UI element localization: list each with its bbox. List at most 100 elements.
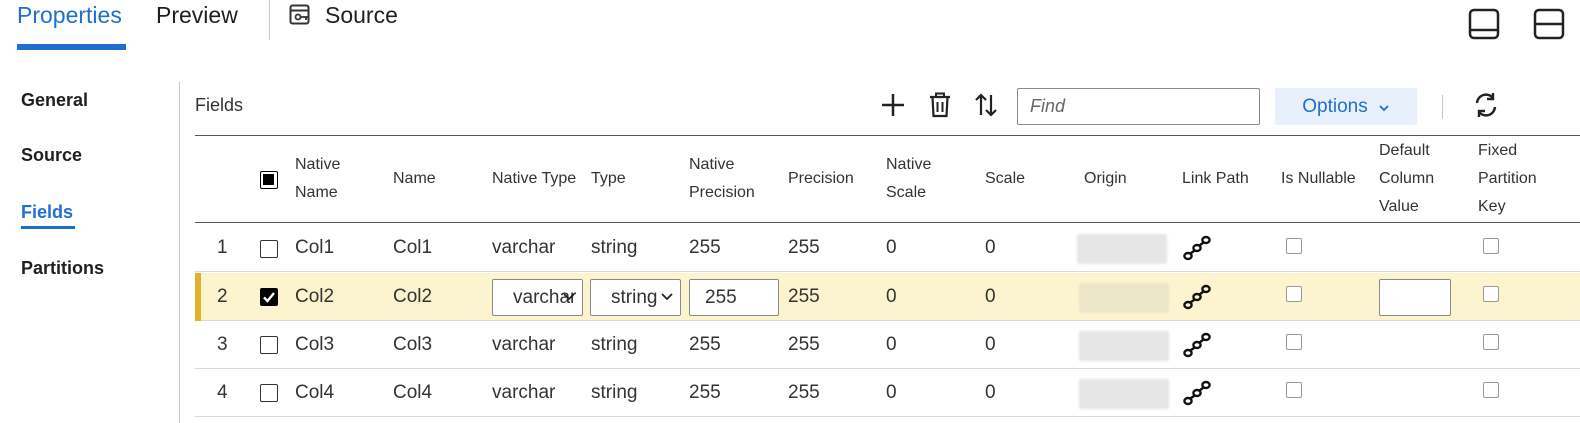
- native-scale-cell: 0: [886, 286, 897, 307]
- refresh-icon[interactable]: [1472, 91, 1500, 119]
- native-name-cell: Col3: [295, 334, 335, 355]
- table-row-selected[interactable]: 2 Col2 Col2 varchar string 255 255 0 0: [195, 273, 1580, 321]
- scale-cell: 0: [985, 237, 996, 258]
- col-native-precision[interactable]: Native Precision: [689, 151, 755, 207]
- nav-active-indicator: [21, 226, 75, 229]
- origin-cell: [1079, 331, 1169, 361]
- row-number: 2: [217, 286, 228, 307]
- nav-item-fields[interactable]: Fields: [21, 202, 75, 229]
- precision-cell: 255: [788, 237, 820, 258]
- col-default-value[interactable]: Default Column Value: [1379, 137, 1434, 221]
- col-precision[interactable]: Precision: [788, 165, 854, 193]
- tab-preview-label: Preview: [156, 2, 238, 28]
- col-fixed-partition-key-line2: Partition: [1478, 170, 1537, 187]
- col-native-name-line1: Native: [295, 156, 341, 173]
- nav-item-source[interactable]: Source: [21, 145, 82, 166]
- col-default-value-line2: Column: [1379, 170, 1435, 187]
- tab-properties-label: Properties: [17, 2, 122, 28]
- options-button[interactable]: Options: [1275, 88, 1417, 125]
- link-path-icon[interactable]: [1182, 283, 1212, 316]
- row-number: 3: [217, 334, 228, 355]
- col-native-name-line2: Name: [295, 184, 338, 201]
- native-name-cell: Col1: [295, 237, 335, 258]
- native-type-cell: varchar: [492, 237, 556, 258]
- fixed-partition-key-checkbox[interactable]: [1483, 286, 1499, 302]
- native-type-cell: varchar: [492, 334, 556, 355]
- is-nullable-checkbox[interactable]: [1286, 238, 1302, 254]
- is-nullable-checkbox[interactable]: [1286, 382, 1302, 398]
- native-precision-cell: 255: [689, 382, 721, 403]
- tab-source-label: Source: [325, 2, 398, 28]
- link-path-icon[interactable]: [1182, 331, 1212, 364]
- col-native-scale-line2: Scale: [886, 184, 927, 201]
- precision-cell: 255: [788, 382, 820, 403]
- toolbar-divider: [1442, 95, 1443, 119]
- col-default-value-line1: Default: [1379, 142, 1430, 159]
- scale-cell: 0: [985, 382, 996, 403]
- origin-cell: [1079, 379, 1169, 409]
- col-scale[interactable]: Scale: [985, 165, 1025, 193]
- col-native-scale[interactable]: Native Scale: [886, 151, 931, 207]
- is-nullable-checkbox[interactable]: [1286, 334, 1302, 350]
- scale-cell: 0: [985, 334, 996, 355]
- col-type[interactable]: Type: [591, 165, 626, 193]
- panel-split-layout-icon[interactable]: [1533, 8, 1565, 45]
- native-name-cell: Col2: [295, 286, 335, 307]
- panel-bottom-layout-icon[interactable]: [1468, 8, 1500, 45]
- is-nullable-checkbox[interactable]: [1286, 286, 1302, 302]
- col-fixed-partition-key-line1: Fixed: [1478, 142, 1518, 159]
- col-fixed-partition-key[interactable]: Fixed Partition Key: [1478, 137, 1537, 221]
- col-native-precision-line2: Precision: [689, 184, 755, 201]
- type-cell: string: [591, 237, 638, 258]
- col-origin[interactable]: Origin: [1084, 165, 1127, 193]
- col-name[interactable]: Name: [393, 165, 436, 193]
- link-path-icon[interactable]: [1182, 234, 1212, 267]
- row-select-checkbox[interactable]: [260, 240, 278, 258]
- row-select-checkbox[interactable]: [260, 288, 278, 306]
- scale-cell: 0: [985, 286, 996, 307]
- table-row[interactable]: 4 Col4 Col4 varchar string 255 255 0 0: [195, 369, 1580, 417]
- fields-section-title: Fields: [195, 95, 244, 115]
- row-number: 4: [217, 382, 228, 403]
- col-is-nullable[interactable]: Is Nullable: [1281, 165, 1356, 193]
- default-value-input[interactable]: [1379, 279, 1451, 316]
- col-native-type[interactable]: Native Type: [492, 165, 576, 193]
- fixed-partition-key-checkbox[interactable]: [1483, 238, 1499, 254]
- fixed-partition-key-checkbox[interactable]: [1483, 382, 1499, 398]
- nav-item-fields-label: Fields: [21, 202, 74, 222]
- tab-preview[interactable]: Preview: [156, 0, 238, 30]
- type-select[interactable]: string: [590, 279, 681, 316]
- table-row[interactable]: 1 Col1 Col1 varchar string 255 255 0 0: [195, 224, 1580, 272]
- row-select-checkbox[interactable]: [260, 336, 278, 354]
- native-precision-cell: 255: [689, 237, 721, 258]
- fixed-partition-key-checkbox[interactable]: [1483, 334, 1499, 350]
- row-select-checkbox[interactable]: [260, 384, 278, 402]
- native-name-cell: Col4: [295, 382, 335, 403]
- nav-divider: [179, 82, 180, 423]
- add-field-icon[interactable]: [879, 91, 907, 119]
- options-button-label: Options: [1302, 95, 1368, 117]
- col-link-path[interactable]: Link Path: [1182, 165, 1249, 193]
- table-row[interactable]: 3 Col3 Col3 varchar string 255 255 0 0: [195, 321, 1580, 369]
- name-cell: Col3: [393, 334, 433, 355]
- tab-source[interactable]: Source: [289, 0, 398, 30]
- native-type-select[interactable]: varchar: [492, 279, 583, 316]
- nav-item-general[interactable]: General: [21, 90, 88, 111]
- col-native-name[interactable]: Native Name: [295, 151, 340, 207]
- native-scale-cell: 0: [886, 334, 897, 355]
- precision-cell: 255: [788, 334, 820, 355]
- nav-item-partitions[interactable]: Partitions: [21, 258, 104, 279]
- delete-field-icon[interactable]: [926, 91, 954, 119]
- select-all-checkbox[interactable]: [260, 171, 278, 189]
- col-native-scale-line1: Native: [886, 156, 932, 173]
- type-select-value: string: [611, 287, 658, 308]
- sort-icon[interactable]: [972, 91, 1000, 119]
- native-scale-cell: 0: [886, 237, 897, 258]
- find-input[interactable]: [1017, 88, 1260, 125]
- native-precision-input[interactable]: 255: [689, 279, 779, 316]
- link-path-icon[interactable]: [1182, 379, 1212, 412]
- native-scale-cell: 0: [886, 382, 897, 403]
- tab-properties[interactable]: Properties: [17, 0, 126, 50]
- precision-cell: 255: [788, 286, 820, 307]
- col-fixed-partition-key-line3: Key: [1478, 198, 1506, 215]
